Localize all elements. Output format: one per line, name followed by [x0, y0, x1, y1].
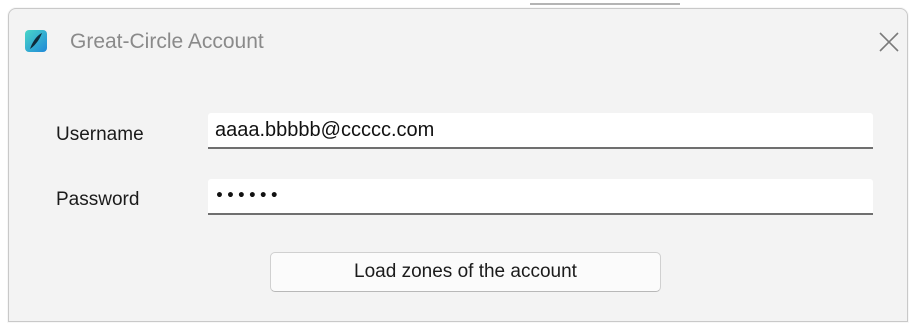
password-label: Password — [56, 189, 140, 210]
username-field[interactable] — [208, 113, 873, 149]
window-title: Great-Circle Account — [70, 30, 264, 53]
username-label: Username — [56, 124, 144, 145]
title-bar[interactable]: Great-Circle Account — [9, 9, 907, 73]
desktop: Great-Circle Account Username Password L… — [0, 0, 910, 324]
account-dialog: Great-Circle Account Username Password L… — [8, 8, 908, 322]
background-divider — [530, 0, 680, 5]
close-icon — [879, 32, 899, 52]
password-field[interactable] — [208, 179, 873, 215]
background-window-edge — [500, 0, 700, 8]
load-zones-button[interactable]: Load zones of the account — [270, 252, 661, 292]
close-button[interactable] — [871, 23, 907, 59]
feather-app-icon — [25, 30, 47, 52]
